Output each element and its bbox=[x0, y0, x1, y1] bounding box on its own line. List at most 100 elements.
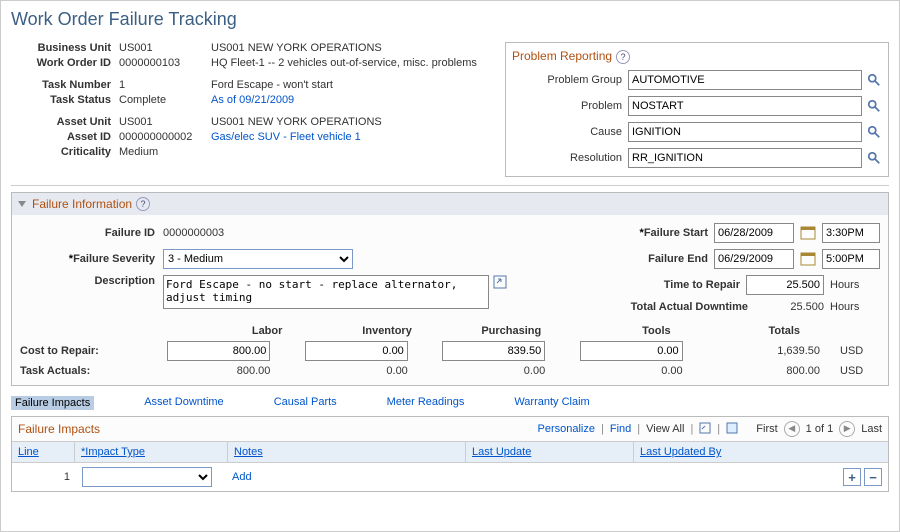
desc-business-unit: US001 NEW YORK OPERATIONS bbox=[211, 42, 491, 54]
label-task-actuals: Task Actuals: bbox=[20, 365, 153, 377]
value-asset-unit: US001 bbox=[119, 116, 211, 128]
value-criticality: Medium bbox=[119, 146, 211, 158]
failure-information-title: Failure Information bbox=[32, 197, 132, 211]
currency: USD bbox=[840, 365, 880, 377]
add-row-button[interactable]: + bbox=[843, 468, 861, 486]
value-actual-inventory: 0.00 bbox=[290, 365, 427, 377]
page-title: Work Order Failure Tracking bbox=[11, 9, 889, 30]
help-icon[interactable]: ? bbox=[616, 50, 630, 64]
label-problem: Problem bbox=[512, 100, 622, 112]
col-last-updated-by[interactable]: Last Updated By bbox=[634, 442, 888, 462]
failure-information-section: Failure Information? Failure ID 00000000… bbox=[11, 192, 889, 386]
label-first: First bbox=[756, 423, 777, 435]
label-total-downtime: Total Actual Downtime bbox=[598, 301, 748, 313]
calendar-icon[interactable] bbox=[800, 251, 816, 267]
label-asset-unit: Asset Unit bbox=[11, 116, 119, 128]
tab-failure-impacts[interactable]: Failure Impacts bbox=[11, 396, 94, 410]
col-tools: Tools bbox=[561, 325, 690, 337]
lookup-icon[interactable] bbox=[866, 98, 882, 114]
label-work-order-id: Work Order ID bbox=[11, 57, 119, 69]
unit-hours: Hours bbox=[830, 301, 880, 313]
label-asset-id: Asset ID bbox=[11, 131, 119, 143]
col-impact-type[interactable]: *Impact Type bbox=[75, 442, 228, 462]
link-asset-desc[interactable]: Gas/elec SUV - Fleet vehicle 1 bbox=[211, 131, 491, 143]
col-last-update[interactable]: Last Update bbox=[466, 442, 634, 462]
input-failure-end-time[interactable] bbox=[822, 249, 880, 269]
value-task-status: Complete bbox=[119, 94, 211, 106]
link-add-notes[interactable]: Add bbox=[232, 471, 252, 483]
label-description: Description bbox=[20, 275, 163, 287]
delete-row-button[interactable]: − bbox=[864, 468, 882, 486]
col-notes[interactable]: Notes bbox=[228, 442, 466, 462]
problem-reporting-box: Problem Reporting? Problem Group Problem… bbox=[505, 42, 889, 177]
tab-warranty-claim[interactable]: Warranty Claim bbox=[514, 396, 589, 410]
input-resolution[interactable] bbox=[628, 148, 862, 168]
select-impact-type[interactable] bbox=[82, 467, 212, 487]
failure-impacts-grid: Failure Impacts Personalize| Find| View … bbox=[11, 416, 889, 492]
input-tools[interactable] bbox=[580, 341, 683, 361]
input-problem-group[interactable] bbox=[628, 70, 862, 90]
calendar-icon[interactable] bbox=[800, 225, 816, 241]
col-totals: Totals bbox=[691, 325, 820, 337]
input-problem[interactable] bbox=[628, 96, 862, 116]
label-cause: Cause bbox=[512, 126, 622, 138]
desc-task: Ford Escape - won't start bbox=[211, 79, 491, 91]
value-work-order-id: 0000000103 bbox=[119, 57, 211, 69]
link-as-of[interactable]: As of 09/21/2009 bbox=[211, 94, 491, 106]
label-problem-group: Problem Group bbox=[512, 74, 622, 86]
label-count: 1 of 1 bbox=[806, 423, 834, 435]
input-description[interactable] bbox=[163, 275, 489, 309]
label-time-to-repair: Time to Repair bbox=[590, 279, 740, 291]
collapse-icon[interactable] bbox=[18, 201, 26, 207]
value-total-repair: 1,639.50 bbox=[703, 345, 840, 357]
expand-icon[interactable] bbox=[493, 275, 507, 289]
lookup-icon[interactable] bbox=[866, 72, 882, 88]
label-cost-to-repair: Cost to Repair: bbox=[20, 345, 153, 357]
value-failure-id: 0000000003 bbox=[163, 227, 224, 239]
label-business-unit: Business Unit bbox=[11, 42, 119, 54]
label-criticality: Criticality bbox=[11, 146, 119, 158]
input-inventory[interactable] bbox=[305, 341, 408, 361]
value-asset-id: 000000000002 bbox=[119, 131, 211, 143]
input-failure-end-date[interactable] bbox=[714, 249, 794, 269]
link-view-all[interactable]: View All bbox=[646, 423, 684, 435]
desc-work-order: HQ Fleet-1 -- 2 vehicles out-of-service,… bbox=[211, 57, 491, 69]
value-actual-tools: 0.00 bbox=[565, 365, 702, 377]
lookup-icon[interactable] bbox=[866, 124, 882, 140]
tab-causal-parts[interactable]: Causal Parts bbox=[274, 396, 337, 410]
desc-asset-unit: US001 NEW YORK OPERATIONS bbox=[211, 116, 491, 128]
input-purchasing[interactable] bbox=[442, 341, 545, 361]
col-line[interactable]: Line bbox=[12, 442, 75, 462]
input-cause[interactable] bbox=[628, 122, 862, 142]
value-task-number: 1 bbox=[119, 79, 211, 91]
value-actual-purchasing: 0.00 bbox=[428, 365, 565, 377]
prev-icon[interactable]: ◀ bbox=[784, 421, 800, 437]
select-failure-severity[interactable]: 3 - Medium bbox=[163, 249, 353, 269]
lookup-icon[interactable] bbox=[866, 150, 882, 166]
next-icon[interactable]: ▶ bbox=[839, 421, 855, 437]
help-icon[interactable]: ? bbox=[136, 197, 150, 211]
col-inventory: Inventory bbox=[302, 325, 431, 337]
tab-asset-downtime[interactable]: Asset Downtime bbox=[144, 396, 223, 410]
input-time-to-repair[interactable] bbox=[746, 275, 824, 295]
label-task-status: Task Status bbox=[11, 94, 119, 106]
col-purchasing: Purchasing bbox=[432, 325, 561, 337]
input-failure-start-date[interactable] bbox=[714, 223, 794, 243]
value-total-downtime: 25.500 bbox=[754, 301, 824, 313]
tab-meter-readings[interactable]: Meter Readings bbox=[387, 396, 465, 410]
label-failure-id: Failure ID bbox=[20, 227, 163, 239]
label-last: Last bbox=[861, 423, 882, 435]
col-labor: Labor bbox=[173, 325, 302, 337]
zoom-icon[interactable] bbox=[699, 422, 711, 437]
label-resolution: Resolution bbox=[512, 152, 622, 164]
link-personalize[interactable]: Personalize bbox=[538, 423, 595, 435]
input-labor[interactable] bbox=[167, 341, 270, 361]
value-actual-total: 800.00 bbox=[703, 365, 840, 377]
unit-hours: Hours bbox=[830, 279, 880, 291]
value-actual-labor: 800.00 bbox=[153, 365, 290, 377]
currency: USD bbox=[840, 345, 880, 357]
input-failure-start-time[interactable] bbox=[822, 223, 880, 243]
link-find[interactable]: Find bbox=[610, 423, 631, 435]
download-icon[interactable] bbox=[726, 422, 738, 437]
label-failure-start: Failure Start bbox=[558, 227, 708, 239]
